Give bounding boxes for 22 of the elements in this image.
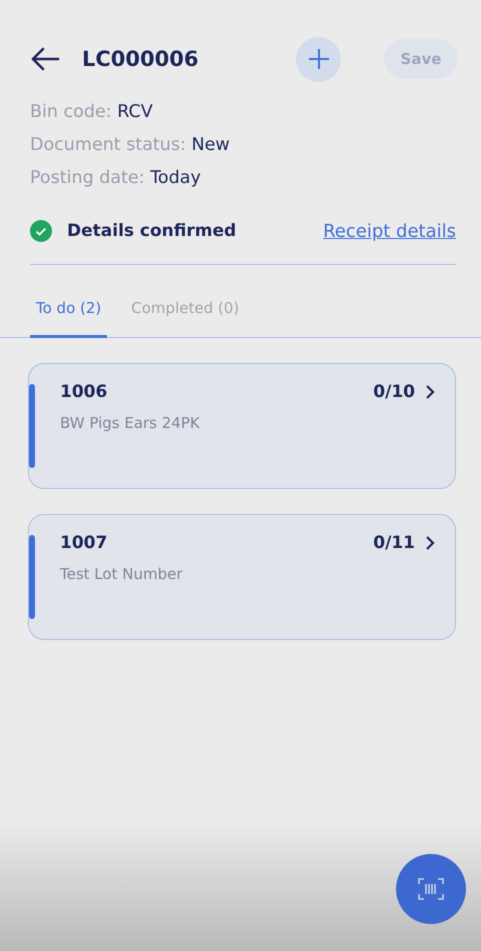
detail-line: Posting date: Today <box>30 167 202 189</box>
item-card[interactable]: 1006 0/10 BW Pigs Ears 24PK <box>28 362 456 488</box>
item-description: Test Lot Number <box>60 564 184 582</box>
document-title: LC000006 <box>82 47 200 71</box>
plus-icon <box>308 48 330 70</box>
item-count: 0/11 <box>373 532 415 552</box>
detail-line: Bin code: RCV <box>30 101 154 123</box>
tab[interactable]: To do (2) <box>30 289 108 338</box>
item-card[interactable]: 1007 0/11 Test Lot Number <box>28 514 456 640</box>
confirmation-status: Details confirmed <box>67 221 238 241</box>
back-arrow-icon[interactable] <box>30 47 60 71</box>
item-code: 1007 <box>60 532 108 552</box>
tab[interactable]: Completed (0) <box>125 289 246 338</box>
chevron-right-icon <box>425 534 435 550</box>
item-code: 1006 <box>60 382 108 402</box>
detail-line: Document status: New <box>30 134 231 156</box>
chevron-right-icon <box>425 384 435 400</box>
add-button[interactable] <box>296 36 341 82</box>
item-description: BW Pigs Ears 24PK <box>60 414 201 432</box>
receipt-details-link[interactable]: Receipt details <box>323 220 456 242</box>
barcode-scan-icon <box>418 878 444 900</box>
item-count: 0/10 <box>373 382 415 402</box>
